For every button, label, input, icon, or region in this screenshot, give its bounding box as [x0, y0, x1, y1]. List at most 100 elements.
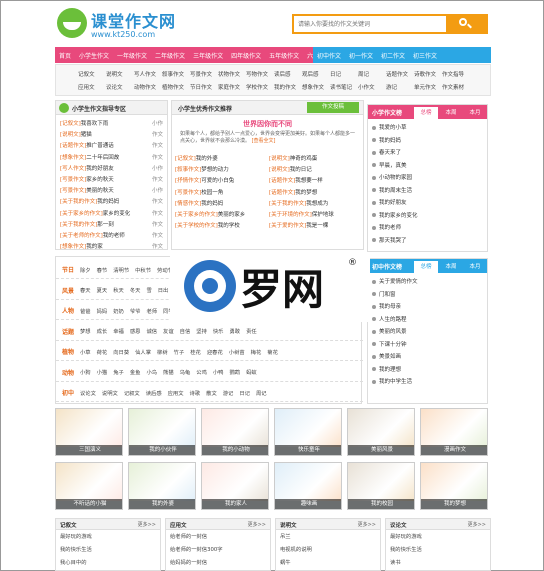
category-link[interactable]: 梅花: [251, 348, 262, 356]
category-link[interactable]: 说明文: [102, 389, 118, 397]
list-item[interactable]: [写人作文]我的好朋友 小作: [60, 164, 167, 175]
rank-title[interactable]: 下课十分钟: [379, 342, 407, 348]
category-link[interactable]: 小猫: [97, 368, 108, 376]
essay-thumbnail[interactable]: 我的梦想: [420, 462, 488, 510]
item-title[interactable]: 我想要一样: [295, 178, 323, 184]
thumbnail-caption[interactable]: 美丽风景: [348, 445, 414, 455]
more-link[interactable]: 更多>>: [248, 521, 266, 528]
category-link[interactable]: 爷爷: [130, 307, 141, 315]
category-link[interactable]: 乌龟: [180, 368, 191, 376]
category-link[interactable]: 日出: [158, 286, 169, 294]
item-tag[interactable]: [话题作文]: [269, 178, 295, 184]
item-title[interactable]: 我的家: [86, 244, 103, 250]
item-title[interactable]: 我是一棵: [306, 223, 328, 229]
nav-item[interactable]: 初中作文: [313, 51, 345, 60]
thumbnail-caption[interactable]: 我的外婆: [129, 499, 195, 509]
essay-thumbnail[interactable]: 我的外婆: [128, 462, 196, 510]
tab-week[interactable]: 本周: [440, 261, 462, 273]
sub-nav-link[interactable]: 读后感: [274, 70, 302, 78]
rank-item[interactable]: 我的母亲: [372, 302, 487, 315]
essay-thumbnail[interactable]: 三国演义: [55, 408, 123, 456]
list-item[interactable]: [关于环境的作文]保护地球: [269, 210, 363, 221]
rank-item[interactable]: 美丽的风景: [372, 327, 487, 340]
list-item[interactable]: 我的快乐生活: [56, 543, 160, 556]
list-item[interactable]: 电视机的说明: [276, 543, 380, 556]
item-title[interactable]: 我的妈妈: [201, 201, 223, 207]
item-tag[interactable]: [关于我的作文]: [60, 222, 97, 228]
item-tag[interactable]: [写人作文]: [60, 166, 86, 172]
list-item[interactable]: [关于我的作文]那一刻 作文: [60, 220, 167, 231]
category-label[interactable]: 动物: [56, 368, 80, 377]
item-tag[interactable]: [关于我的作文]: [269, 201, 306, 207]
list-item[interactable]: [说明文]神奇的鸡蛋: [269, 154, 363, 165]
category-link[interactable]: 应用文: [168, 389, 184, 397]
item-tag[interactable]: [说明文]: [269, 167, 290, 173]
bottom-panel-title[interactable]: 记叙文: [60, 521, 77, 529]
nav-item[interactable]: 小学生作文: [75, 51, 113, 60]
sub-nav-link[interactable]: 作文素材: [442, 83, 470, 91]
featured-headline[interactable]: 世界因你而不同: [172, 119, 363, 129]
list-item[interactable]: [想象作文]我的家 作文: [60, 242, 167, 253]
sub-nav-link[interactable]: 想象作文: [302, 83, 330, 91]
list-item[interactable]: [话题作文]我的梦想: [269, 188, 363, 199]
essay-thumbnail[interactable]: 漫画作文: [420, 408, 488, 456]
category-label[interactable]: 节日: [56, 265, 80, 274]
category-link[interactable]: 诚信: [146, 327, 157, 335]
list-item[interactable]: [说明文]我的日记: [269, 165, 363, 176]
sub-nav-link[interactable]: 日记: [330, 70, 358, 78]
nav-item[interactable]: 二年级作文: [151, 51, 189, 60]
rank-item[interactable]: 我的妈妈: [372, 136, 487, 149]
nav-item[interactable]: 初三作文: [409, 51, 441, 60]
item-title[interactable]: 保护地球: [312, 212, 334, 218]
sub-nav-link[interactable]: 状物作文: [218, 70, 246, 78]
list-item[interactable]: [关于爱的作文]我是一棵: [269, 221, 363, 232]
category-link[interactable]: 中秋节: [135, 266, 151, 274]
category-link[interactable]: 熊猫: [163, 368, 174, 376]
item-tag[interactable]: [关于老师的作文]: [60, 233, 103, 239]
category-link[interactable]: 荷花: [97, 348, 108, 356]
thumbnail-caption[interactable]: 我的梦想: [421, 499, 487, 509]
sub-nav-link[interactable]: 记叙文: [78, 70, 106, 78]
list-item[interactable]: [关于老师的作文]我的老师 作文: [60, 231, 167, 242]
sub-nav-link[interactable]: 作文指导: [442, 70, 470, 78]
rank-item[interactable]: 早晨，真美: [372, 161, 487, 174]
essay-thumbnail[interactable]: 我的家人: [201, 462, 269, 510]
tab-week[interactable]: 本周: [440, 107, 462, 119]
category-link[interactable]: 秋天: [113, 286, 124, 294]
category-label[interactable]: 人物: [56, 306, 80, 315]
site-logo[interactable]: 课堂作文网 www.kt250.com: [55, 6, 175, 42]
item-title[interactable]: 家乡的变化: [103, 211, 131, 217]
category-link[interactable]: 冬天: [130, 286, 141, 294]
item-title[interactable]: 我的妈妈: [97, 199, 119, 205]
list-item[interactable]: 蜗牛: [276, 556, 380, 569]
essay-thumbnail[interactable]: 不听话的小猫: [55, 462, 123, 510]
list-item[interactable]: [关于我的作文]我想成为: [269, 199, 363, 210]
sub-nav-link[interactable]: 应用文: [78, 83, 106, 91]
sub-nav-link[interactable]: 话题作文: [386, 70, 414, 78]
sub-nav-link[interactable]: 议论文: [106, 83, 134, 91]
tab-total[interactable]: 总榜: [414, 107, 438, 119]
list-item[interactable]: [关于学校的作文]我的学校: [175, 221, 269, 232]
rank-title[interactable]: 我爱的小草: [379, 125, 407, 131]
list-item[interactable]: [说明文]猪猫 作文: [60, 130, 167, 141]
rank-title[interactable]: 我的母亲: [379, 304, 401, 310]
category-link[interactable]: 竹子: [174, 348, 185, 356]
category-link[interactable]: 奶奶: [113, 307, 124, 315]
nav-item[interactable]: 三年级作文: [189, 51, 227, 60]
rank-item[interactable]: 春天来了: [372, 148, 487, 161]
category-link[interactable]: 迎春花: [207, 348, 223, 356]
essay-thumbnail[interactable]: 我的小伙伴: [128, 408, 196, 456]
list-item[interactable]: 给妈妈的一封信: [166, 556, 270, 569]
sub-nav-link[interactable]: 家庭作文: [218, 83, 246, 91]
rank-title[interactable]: 人生的路程: [379, 317, 407, 323]
category-link[interactable]: 小鸟: [146, 368, 157, 376]
list-item[interactable]: [关于家乡的作文]家乡的变化 作文: [60, 209, 167, 220]
rank-item[interactable]: 门和窗: [372, 290, 487, 303]
category-link[interactable]: 快乐: [213, 327, 224, 335]
category-link[interactable]: 幸福: [113, 327, 124, 335]
category-link[interactable]: 仙人掌: [135, 348, 151, 356]
thumbnail-caption[interactable]: 不听话的小猫: [56, 499, 122, 509]
item-tag[interactable]: [情感作文]: [175, 201, 201, 207]
category-link[interactable]: 鹦鹉: [229, 368, 240, 376]
list-item[interactable]: [写景作文]家乡的秋天 作文: [60, 175, 167, 186]
